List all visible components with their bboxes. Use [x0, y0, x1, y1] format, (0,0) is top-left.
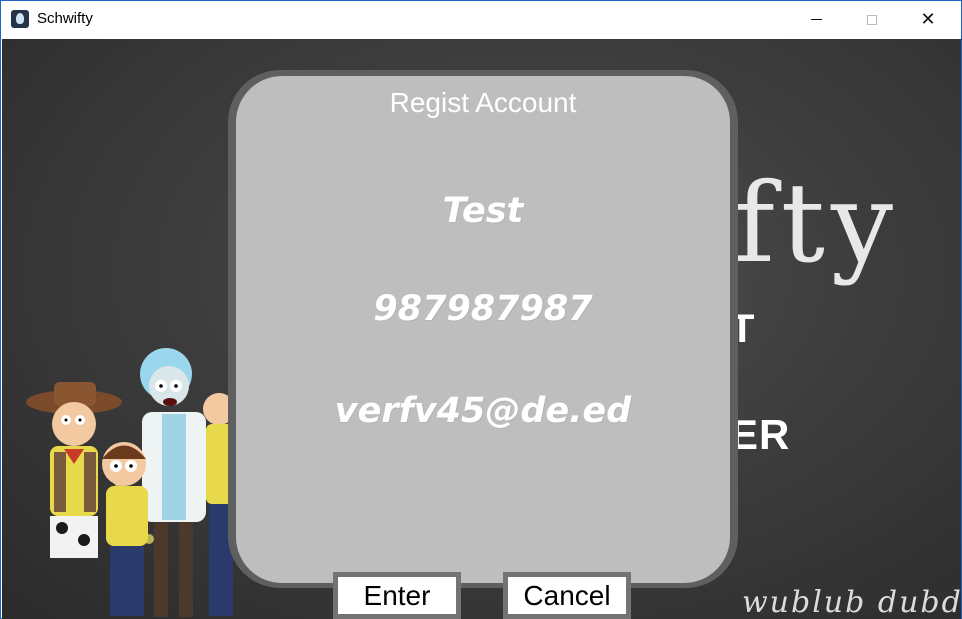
window-title: Schwifty — [37, 10, 93, 27]
maximize-icon — [867, 14, 877, 25]
title-bar[interactable]: Schwifty ✕ — [1, 1, 961, 38]
background-footer-text: wublub dubda — [742, 585, 961, 619]
cancel-button[interactable]: Cancel — [503, 572, 631, 619]
enter-button[interactable]: Enter — [333, 572, 461, 619]
register-dialog-panel — [236, 76, 730, 583]
app-icon — [11, 10, 29, 28]
maximize-button[interactable] — [849, 1, 895, 38]
close-icon: ✕ — [920, 9, 936, 29]
email-field[interactable]: verfv45@de.ed — [2, 391, 961, 431]
dialog-title: Regist Account — [389, 87, 577, 118]
app-window: Schwifty ✕ fty T ER wublub dubda Regist … — [0, 0, 962, 619]
background-area: fty T ER wublub dubda Regist Account Tes… — [2, 39, 961, 619]
characters-illustration — [26, 348, 236, 617]
register-dialog — [228, 70, 738, 588]
minimize-button[interactable] — [793, 1, 839, 38]
minimize-icon — [810, 19, 822, 20]
name-field[interactable]: Test — [2, 191, 961, 231]
close-button[interactable]: ✕ — [905, 1, 951, 38]
phone-field[interactable]: 987987987 — [2, 289, 961, 329]
